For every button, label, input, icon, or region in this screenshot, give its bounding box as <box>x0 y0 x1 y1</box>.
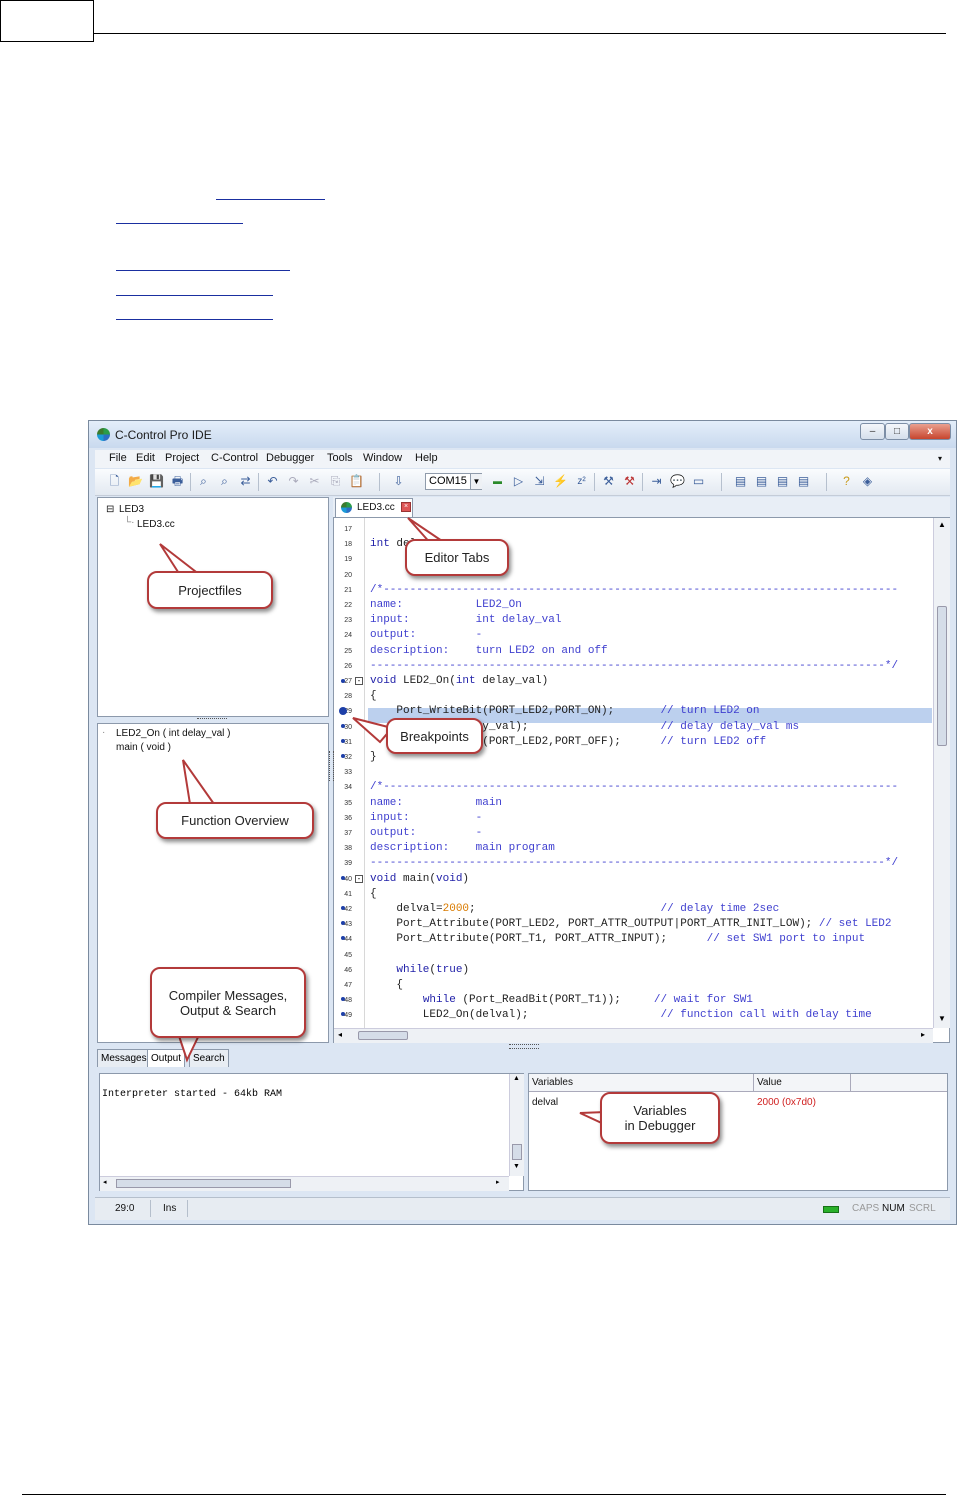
callout-pointers <box>159 517 607 1127</box>
callout-compiler-line1: Compiler Messages, <box>168 987 288 1003</box>
callout-compiler-messages: Compiler Messages, Output & Search <box>150 967 306 1038</box>
callout-breakpoints: Breakpoints <box>386 718 483 754</box>
callout-variables-line2: in Debugger <box>624 1118 696 1133</box>
callout-editor-tabs: Editor Tabs <box>405 539 509 576</box>
pointer-function-overview <box>182 759 216 805</box>
callout-variables-line1: Variables <box>633 1103 687 1118</box>
callout-function-overview: Function Overview <box>156 802 314 839</box>
callout-compiler-line2: Output & Search <box>179 1002 277 1018</box>
callout-projectfiles: Projectfiles <box>147 571 273 609</box>
callout-variables: Variables in Debugger <box>600 1092 720 1144</box>
